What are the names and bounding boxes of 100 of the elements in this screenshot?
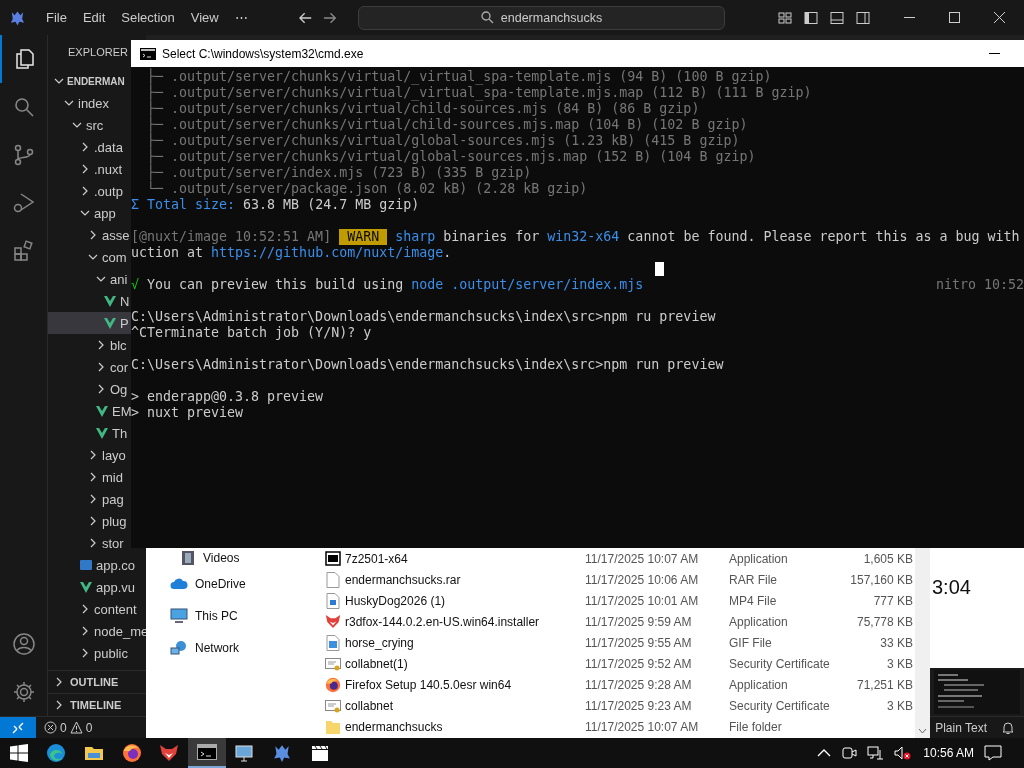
close-icon[interactable] — [994, 12, 1005, 23]
menu-item[interactable]: File — [38, 10, 76, 25]
file-row[interactable]: r3dfox-144.0.2.en-US.win64.installer 11/17/2025 9:59 AM Application 75,778 KB — [310, 611, 915, 632]
nav-item[interactable]: This PC — [146, 600, 310, 632]
file-row[interactable]: horse_crying 11/17/2025 9:55 AM GIF File 33 KB — [310, 632, 915, 653]
terminal-text: You can preview this build using — [146, 277, 405, 293]
file-row[interactable]: Firefox Setup 140.5.0esr win64 11/17/2025 9:28 AM Application 71,251 KB — [310, 674, 915, 695]
menu-item[interactable]: View — [183, 10, 228, 25]
tree-item[interactable]: N — [48, 290, 131, 312]
tree-item[interactable]: com — [48, 246, 131, 268]
tree-item[interactable]: app — [48, 202, 131, 224]
camera-icon[interactable] — [841, 745, 858, 761]
scrollbar[interactable] — [915, 548, 930, 738]
tree-item[interactable]: stor — [48, 532, 131, 554]
file-date: 11/17/2025 10:07 AM — [585, 719, 700, 734]
problems-status[interactable]: 0 0 — [44, 720, 93, 735]
terminal-text: C:\Users\Administrator\Downloads\endermanchsucks\index\src>npm run preview — [131, 357, 724, 373]
terminal-text: [@nuxt/image 10:52:51 AM] — [131, 229, 333, 245]
terminal-text: nitro 10:52 — [935, 277, 1024, 293]
terminal-text: Σ Total size: — [131, 197, 236, 213]
sidebar-toggle-icon[interactable] — [804, 10, 818, 25]
layout-icon[interactable] — [778, 10, 792, 25]
search-field[interactable]: endermanchsucks — [358, 5, 725, 30]
panel-toggle-icon[interactable] — [830, 10, 844, 25]
file-row[interactable]: collabnet 11/17/2025 9:23 AM Security Certificate 3 KB — [310, 695, 915, 716]
tree-item[interactable]: app.vu — [48, 576, 146, 598]
terminal-text: ├─ .output/server/chunks/virtual/child-sources.mjs.map (104 B) (102 B gzip) — [146, 117, 748, 132]
video-file-icon — [325, 592, 341, 609]
volume-muted-icon[interactable] — [893, 745, 912, 761]
secondary-sidebar-icon[interactable] — [856, 10, 870, 25]
tree-item[interactable]: pag — [48, 488, 131, 510]
tree-item[interactable]: public — [48, 642, 146, 664]
file-size: 1,605 KB — [862, 551, 913, 566]
file-row[interactable]: 7z2501-x64 11/17/2025 10:07 AM Application 1,605 KB — [310, 548, 915, 569]
file-row[interactable]: HuskyDog2026 (1) 11/17/2025 10:01 AM MP4 File 777 KB — [310, 590, 915, 611]
notification-icon[interactable] — [984, 745, 1002, 761]
file-type: RAR File — [729, 572, 778, 587]
tree-item[interactable]: cor — [48, 356, 131, 378]
forward-arrow-icon[interactable] — [322, 11, 337, 24]
tree-item[interactable]: asse — [48, 224, 131, 246]
taskbar-button[interactable] — [187, 738, 226, 768]
bell-icon[interactable] — [1001, 720, 1015, 735]
nav-item[interactable]: OneDrive — [146, 568, 310, 600]
file-date: 11/17/2025 9:59 AM — [585, 614, 693, 629]
settings-icon[interactable] — [11, 680, 36, 704]
remote-icon — [11, 720, 25, 735]
tree-item[interactable]: P — [48, 312, 131, 334]
tree-item[interactable]: mid — [48, 466, 131, 488]
tree-item[interactable]: .nuxt — [48, 158, 131, 180]
tree-item[interactable]: EM — [48, 400, 131, 422]
back-arrow-icon[interactable] — [298, 11, 312, 24]
vue-file-icon — [96, 427, 108, 439]
terminal-text: WARN — [339, 229, 388, 245]
tree-item[interactable]: ani — [48, 268, 131, 290]
monitor-icon — [234, 744, 255, 762]
tree-item[interactable]: .data — [48, 136, 131, 158]
tree-item[interactable]: blc — [48, 334, 131, 356]
file-row[interactable]: collabnet(1) 11/17/2025 9:52 AM Security Certificate 3 KB — [310, 653, 915, 674]
tree-item[interactable]: plug — [48, 510, 131, 532]
nav-item[interactable]: Network — [146, 632, 310, 664]
tree-item[interactable]: .outp — [48, 180, 131, 202]
language-mode[interactable]: Plain Text — [935, 720, 987, 735]
account-icon[interactable] — [11, 632, 36, 656]
terminal-text: ├─ .output/server/chunks/virtual/global-sources.mjs (1.23 kB) (415 B gzip) — [146, 133, 740, 148]
tree-item[interactable]: ENDERMAN — [48, 70, 131, 92]
terminal-text: ^CTerminate batch job (Y/N)? y — [131, 325, 372, 341]
tree-item[interactable]: Og — [48, 378, 131, 400]
taskbar-clock[interactable]: 10:56 AM — [923, 746, 974, 760]
file-name: horse_crying — [345, 635, 415, 650]
file-type: File folder — [729, 719, 783, 734]
tree-item[interactable]: src — [48, 114, 131, 136]
terminal-text: https://github.com/nuxt/image — [211, 245, 444, 261]
vue-file-icon — [104, 295, 116, 307]
file-name: collabnet(1) — [345, 656, 409, 671]
terminal-text: node .output/server/index.mjs — [411, 277, 644, 293]
network-globe-icon — [170, 640, 188, 656]
file-row[interactable]: endermanchsucks.rar 11/17/2025 10:06 AM RAR File 157,160 KB — [310, 569, 915, 590]
maximize-icon[interactable] — [949, 12, 960, 23]
tree-item[interactable]: app.co — [48, 554, 146, 576]
terminal-text: . — [443, 245, 452, 261]
scroll-down-icon[interactable] — [918, 728, 927, 734]
menu-item[interactable]: Selection — [114, 10, 184, 25]
tree-item[interactable]: layo — [48, 444, 131, 466]
folder-icon — [325, 718, 341, 735]
tree-item[interactable]: Th — [48, 422, 131, 444]
file-size: 3 KB — [886, 698, 913, 713]
image-file-icon — [325, 634, 341, 651]
network-icon[interactable] — [867, 745, 884, 761]
menu-item[interactable]: ⋯ — [227, 10, 257, 25]
vue-file-icon — [80, 581, 92, 593]
caret-up-icon[interactable] — [817, 748, 832, 758]
file-row[interactable]: endermanchsucks 11/17/2025 10:07 AM File folder — [310, 716, 915, 737]
tree-item[interactable]: content — [48, 598, 146, 620]
cloud-icon — [170, 578, 188, 590]
tree-item[interactable]: index — [48, 92, 131, 114]
tree-item[interactable]: node_me — [48, 620, 146, 642]
search-icon — [480, 11, 494, 24]
monitor-icon — [170, 608, 188, 624]
menu-item[interactable]: Edit — [75, 10, 115, 25]
nav-item[interactable]: Videos — [146, 548, 310, 568]
